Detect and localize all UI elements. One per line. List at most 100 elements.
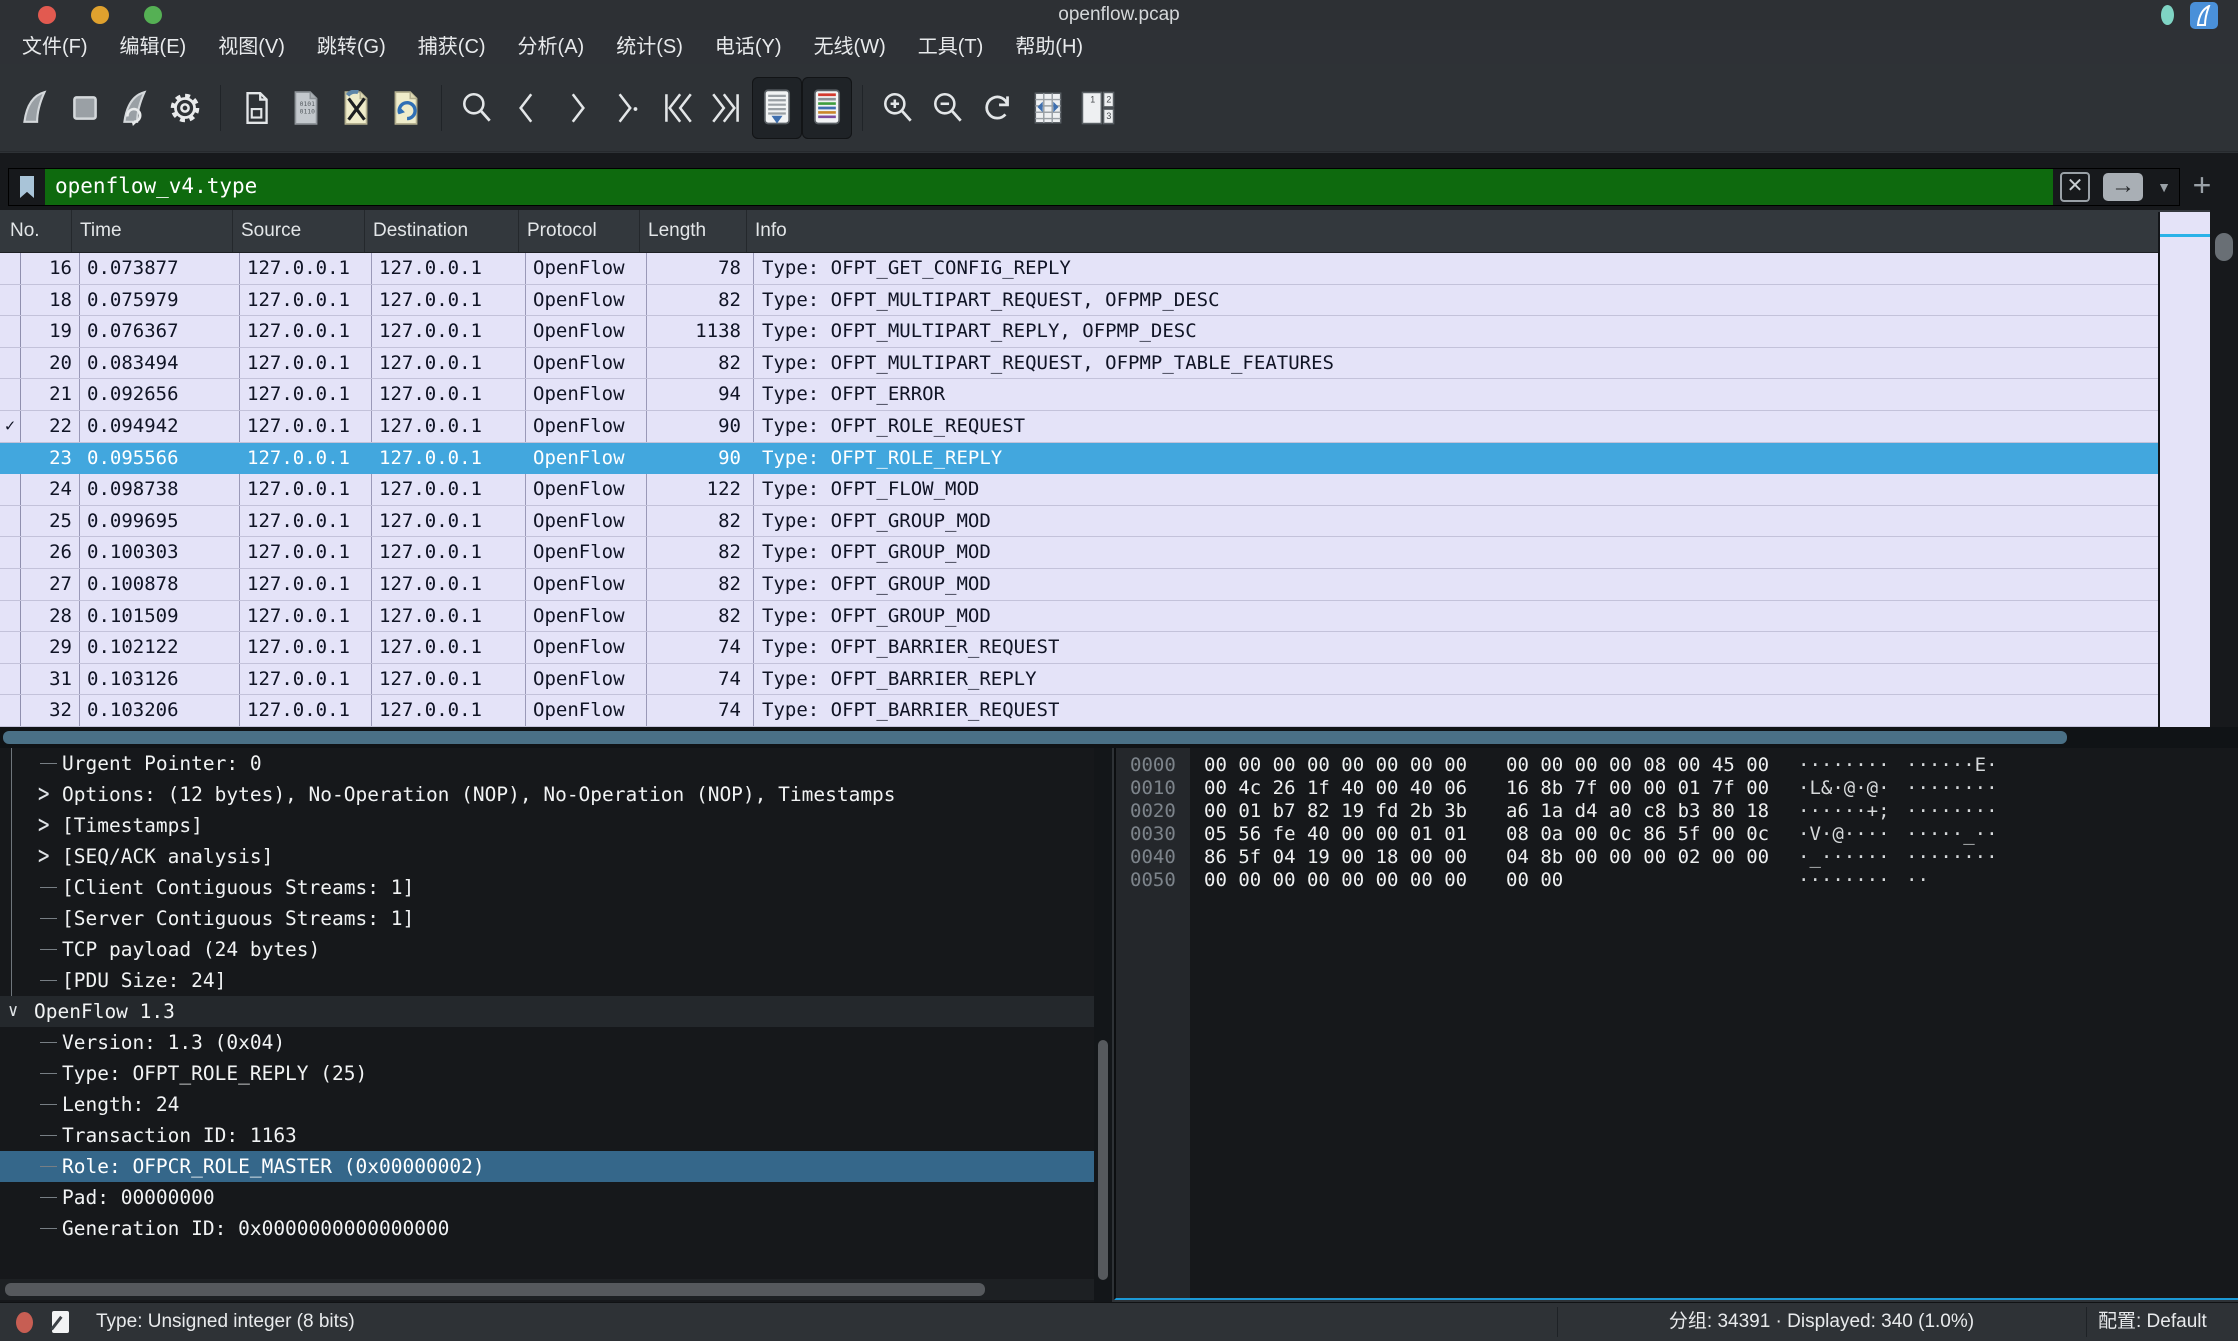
packet-row[interactable]: 260.100303127.0.0.1127.0.0.1OpenFlow82Ty… xyxy=(0,537,2158,569)
colorize-icon[interactable] xyxy=(802,77,852,139)
packet-list-vscrollbar-thumb[interactable] xyxy=(2215,233,2233,261)
tree-item[interactable]: [Server Contiguous Streams: 1] xyxy=(0,903,1112,934)
menu-item-5[interactable]: 分析(A) xyxy=(502,30,601,64)
detail-vscrollbar-thumb[interactable] xyxy=(1098,1040,1108,1280)
packet-row[interactable]: 190.076367127.0.0.1127.0.0.1OpenFlow1138… xyxy=(0,316,2158,348)
hex-line[interactable]: 001000 4c 26 1f 40 00 40 0616 8b 7f 00 0… xyxy=(1116,777,2238,800)
menu-item-9[interactable]: 工具(T) xyxy=(902,30,1000,64)
hex-line[interactable]: 004086 5f 04 19 00 18 00 0004 8b 00 00 0… xyxy=(1116,846,2238,869)
hex-line[interactable]: 003005 56 fe 40 00 00 01 0108 0a 00 0c 8… xyxy=(1116,823,2238,846)
packet-list-vscrollbar[interactable] xyxy=(2210,210,2238,727)
layout-icon[interactable]: 123 xyxy=(1073,77,1123,139)
reload-file-icon[interactable] xyxy=(381,77,431,139)
hex-line[interactable]: 000000 00 00 00 00 00 00 0000 00 00 00 0… xyxy=(1116,754,2238,777)
tree-tick xyxy=(40,1042,57,1043)
tree-item[interactable]: TCP payload (24 bytes) xyxy=(0,934,1112,965)
tree-item[interactable]: >[Timestamps] xyxy=(0,810,1112,841)
filter-apply-button[interactable]: → xyxy=(2097,169,2149,205)
zoom-in-icon[interactable] xyxy=(873,77,923,139)
packet-list-hscrollbar[interactable] xyxy=(0,727,2238,748)
save-file-icon[interactable]: 01010110 xyxy=(281,77,331,139)
menu-item-8[interactable]: 无线(W) xyxy=(798,30,902,64)
packet-row[interactable]: 250.099695127.0.0.1127.0.0.1OpenFlow82Ty… xyxy=(0,506,2158,538)
filter-history-dropdown[interactable]: ▼ xyxy=(2149,169,2179,205)
open-file-icon[interactable] xyxy=(231,77,281,139)
hex-line[interactable]: 005000 00 00 00 00 00 00 0000 00········… xyxy=(1116,869,2238,892)
close-file-icon[interactable] xyxy=(331,77,381,139)
column-header-length[interactable]: Length xyxy=(640,210,747,252)
packet-row[interactable]: 270.100878127.0.0.1127.0.0.1OpenFlow82Ty… xyxy=(0,569,2158,601)
menu-item-0[interactable]: 文件(F) xyxy=(6,30,104,64)
tree-item[interactable]: Urgent Pointer: 0 xyxy=(0,748,1112,779)
column-header-no[interactable]: No. xyxy=(0,210,72,252)
packet-row[interactable]: 310.103126127.0.0.1127.0.0.1OpenFlow74Ty… xyxy=(0,664,2158,696)
packet-row[interactable]: ✓220.094942127.0.0.1127.0.0.1OpenFlow90T… xyxy=(0,411,2158,443)
menu-item-10[interactable]: 帮助(H) xyxy=(999,30,1099,64)
filter-add-button[interactable]: + xyxy=(2184,168,2220,204)
menu-item-6[interactable]: 统计(S) xyxy=(600,30,699,64)
start-capture-icon[interactable] xyxy=(10,77,60,139)
expander-open-icon[interactable]: ∨ xyxy=(8,996,18,1027)
expert-info-icon[interactable] xyxy=(16,1312,33,1333)
menu-item-4[interactable]: 捕获(C) xyxy=(402,30,502,64)
menu-item-3[interactable]: 跳转(G) xyxy=(301,30,402,64)
display-filter-input[interactable]: openflow_v4.type xyxy=(45,169,2053,205)
tree-item[interactable]: Version: 1.3 (0x04) xyxy=(0,1027,1112,1058)
tree-item[interactable]: Generation ID: 0x0000000000000000 xyxy=(0,1213,1112,1244)
go-forward-icon[interactable] xyxy=(552,77,602,139)
go-first-icon[interactable] xyxy=(652,77,702,139)
column-header-info[interactable]: Info xyxy=(747,210,2238,252)
hex-line[interactable]: 002000 01 b7 82 19 fd 2b 3ba6 1a d4 a0 c… xyxy=(1116,800,2238,823)
packet-row[interactable]: 200.083494127.0.0.1127.0.0.1OpenFlow82Ty… xyxy=(0,348,2158,380)
filter-clear-button[interactable]: ✕ xyxy=(2053,169,2097,205)
capture-comment-icon[interactable] xyxy=(52,1311,69,1333)
resize-columns-icon[interactable] xyxy=(1023,77,1073,139)
tree-item[interactable]: Transaction ID: 1163 xyxy=(0,1120,1112,1151)
column-header-time[interactable]: Time xyxy=(72,210,233,252)
stop-capture-icon[interactable] xyxy=(60,77,110,139)
tree-item[interactable]: ∨OpenFlow 1.3 xyxy=(0,996,1112,1027)
go-to-packet-icon[interactable] xyxy=(602,77,652,139)
column-header-protocol[interactable]: Protocol xyxy=(519,210,640,252)
go-last-icon[interactable] xyxy=(702,77,752,139)
tree-item[interactable]: [Client Contiguous Streams: 1] xyxy=(0,872,1112,903)
detail-hscrollbar[interactable] xyxy=(0,1279,1094,1300)
tree-item[interactable]: Type: OFPT_ROLE_REPLY (25) xyxy=(0,1058,1112,1089)
cell-source: 127.0.0.1 xyxy=(239,474,371,505)
tree-item-selected[interactable]: Role: OFPCR_ROLE_MASTER (0x00000002) xyxy=(0,1151,1112,1182)
menu-item-1[interactable]: 编辑(E) xyxy=(104,30,203,64)
zoom-out-icon[interactable] xyxy=(923,77,973,139)
column-header-destination[interactable]: Destination xyxy=(365,210,519,252)
restart-capture-icon[interactable] xyxy=(110,77,160,139)
tree-item[interactable]: >[SEQ/ACK analysis] xyxy=(0,841,1112,872)
detail-vscrollbar[interactable] xyxy=(1094,748,1112,1302)
detail-hscrollbar-thumb[interactable] xyxy=(5,1283,985,1296)
find-packet-icon[interactable] xyxy=(452,77,502,139)
tree-item[interactable]: >Options: (12 bytes), No-Operation (NOP)… xyxy=(0,779,1112,810)
packet-row[interactable]: 160.073877127.0.0.1127.0.0.1OpenFlow78Ty… xyxy=(0,253,2158,285)
capture-options-gear-icon[interactable] xyxy=(160,77,210,139)
packet-list-hscrollbar-thumb[interactable] xyxy=(3,731,2067,744)
menu-item-7[interactable]: 电话(Y) xyxy=(699,30,798,64)
auto-scroll-icon[interactable] xyxy=(752,77,802,139)
packet-row[interactable]: 280.101509127.0.0.1127.0.0.1OpenFlow82Ty… xyxy=(0,601,2158,633)
status-profile[interactable]: 配置: Default xyxy=(2098,1303,2207,1341)
tree-item[interactable]: [PDU Size: 24] xyxy=(0,965,1112,996)
column-header-source[interactable]: Source xyxy=(233,210,365,252)
packet-row[interactable]: 290.102122127.0.0.1127.0.0.1OpenFlow74Ty… xyxy=(0,632,2158,664)
tree-item[interactable]: Length: 24 xyxy=(0,1089,1112,1120)
tree-item[interactable]: Pad: 00000000 xyxy=(0,1182,1112,1213)
menu-item-2[interactable]: 视图(V) xyxy=(202,30,301,64)
packet-row-selected[interactable]: 230.095566127.0.0.1127.0.0.1OpenFlow90Ty… xyxy=(0,443,2158,475)
hex-bytes-left: 00 4c 26 1f 40 00 40 06 xyxy=(1204,777,1467,800)
zoom-reset-icon[interactable] xyxy=(973,77,1023,139)
packet-row[interactable]: 210.092656127.0.0.1127.0.0.1OpenFlow94Ty… xyxy=(0,379,2158,411)
packet-row[interactable]: 180.075979127.0.0.1127.0.0.1OpenFlow82Ty… xyxy=(0,285,2158,317)
packet-list-minimap[interactable] xyxy=(2158,212,2210,727)
packet-row[interactable]: 240.098738127.0.0.1127.0.0.1OpenFlow122T… xyxy=(0,474,2158,506)
filter-bookmark-button[interactable] xyxy=(9,169,45,205)
packet-row[interactable]: 320.103206127.0.0.1127.0.0.1OpenFlow74Ty… xyxy=(0,695,2158,727)
menubar-status-icon[interactable] xyxy=(2161,5,2174,25)
wireshark-dock-icon[interactable] xyxy=(2190,2,2218,29)
go-back-icon[interactable] xyxy=(502,77,552,139)
